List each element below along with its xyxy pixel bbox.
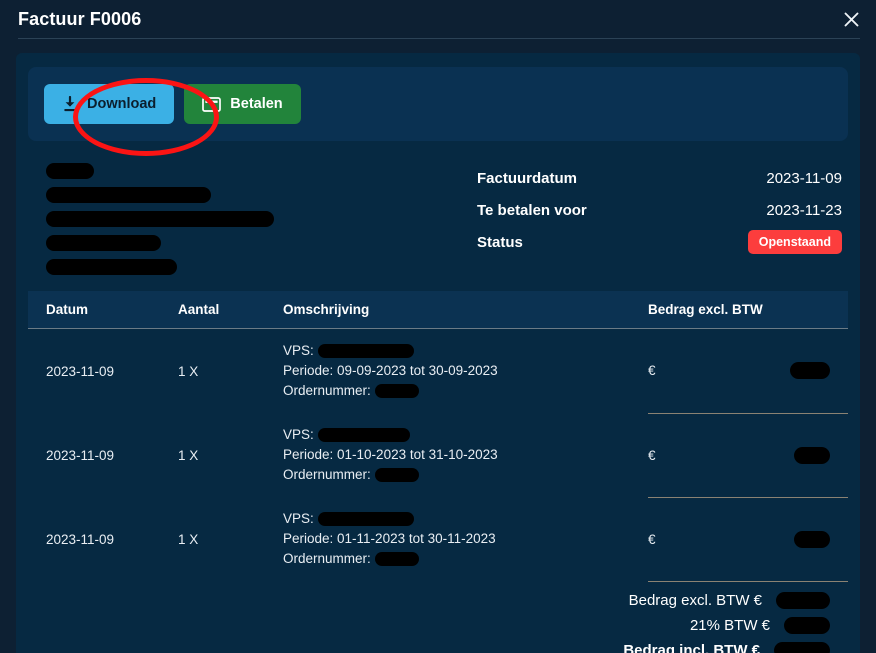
meta-value: 2023-11-23: [766, 201, 842, 219]
meta-label: Factuurdatum: [477, 169, 578, 187]
currency-symbol: €: [648, 531, 656, 547]
redacted-text: [317, 512, 414, 526]
redacted-text: [374, 384, 419, 398]
redacted-text: [317, 428, 410, 442]
description-ordernummer: Ordernummer:: [283, 465, 648, 485]
cell-aantal: 1 X: [178, 363, 199, 379]
description-vps: VPS:: [283, 341, 648, 361]
invoice-details: Factuurdatum 2023-11-09 Te betalen voor 202…: [477, 159, 842, 283]
table-row: 2023-11-09 1 X VPS: Periode: 01-11-2023 tot…: [28, 497, 848, 582]
redacted-amount: [790, 362, 830, 380]
total-line: Bedrag excl. BTW €: [628, 591, 830, 609]
cell-datum: 2023-11-09: [46, 531, 115, 547]
redacted-text: [46, 211, 274, 227]
cell-bedrag: €: [648, 497, 848, 582]
invoice-items-table: Datum Aantal Omschrijving Bedrag excl. B…: [28, 291, 848, 582]
redacted-text: [46, 235, 161, 251]
cell-bedrag: €: [648, 328, 848, 414]
vps-label: VPS:: [283, 427, 314, 442]
meta-line: Te betalen voor 2023-11-23: [477, 194, 842, 226]
meta-label: Te betalen voor: [477, 201, 587, 219]
cell-omschrijving: VPS: Periode: 09-09-2023 tot 30-09-2023 Or…: [283, 329, 648, 414]
redacted-text: [46, 259, 177, 275]
credit-card-icon: [202, 96, 222, 112]
cell-datum: 2023-11-09: [46, 363, 115, 379]
invoice-totals: Bedrag excl. BTW € 21% BTW € Bedrag incl. …: [28, 591, 848, 653]
meta-value: 2023-11-09: [766, 169, 842, 187]
description-vps: VPS:: [283, 509, 648, 529]
vps-label: VPS:: [283, 343, 314, 358]
status-badge: Openstaand: [747, 229, 842, 255]
redacted-amount: [794, 446, 830, 464]
action-toolbar: Download Betalen: [28, 67, 848, 156]
download-button-label: Download: [87, 96, 157, 112]
invoice-modal: Factuur F0006 Download Betalen Factuurda…: [0, 0, 876, 653]
description-periode: Periode: 01-11-2023 tot 30-11-2023: [283, 531, 496, 546]
description-ordernummer: Ordernummer:: [283, 549, 648, 569]
pay-button-label: Betalen: [230, 96, 283, 112]
meta-line: Factuurdatum 2023-11-09: [477, 162, 842, 194]
cell-aantal: 1 X: [178, 531, 199, 547]
column-header-aantal: Aantal: [178, 291, 283, 329]
redacted-text: [46, 163, 94, 179]
redacted-amount: [774, 641, 830, 653]
invoice-meta: Factuurdatum 2023-11-09 Te betalen voor 202…: [28, 155, 848, 283]
modal-header: Factuur F0006: [0, 0, 876, 38]
redacted-amount: [784, 616, 830, 634]
cell-bedrag: €: [648, 413, 848, 498]
total-line: Bedrag incl. BTW €: [623, 641, 830, 653]
pay-button[interactable]: Betalen: [184, 84, 301, 124]
total-label: Bedrag excl. BTW €: [628, 591, 762, 609]
description-ordernummer: Ordernummer:: [283, 381, 648, 401]
redacted-amount: [776, 591, 830, 609]
download-button[interactable]: Download: [44, 84, 175, 124]
redacted-text: [374, 468, 419, 482]
vps-label: VPS:: [283, 511, 314, 526]
currency-symbol: €: [648, 363, 656, 379]
invoice-panel: Download Betalen Factuurdatum 2023-11-09…: [16, 53, 860, 653]
ordernummer-label: Ordernummer:: [283, 551, 371, 566]
modal-body: Download Betalen Factuurdatum 2023-11-09…: [0, 39, 876, 653]
total-line: 21% BTW €: [689, 616, 830, 634]
table-row: 2023-11-09 1 X VPS: Periode: 09-09-2023 tot…: [28, 328, 848, 414]
column-header-datum: Datum: [28, 291, 178, 329]
column-header-bedrag: Bedrag excl. BTW: [648, 291, 848, 329]
description-periode: Periode: 01-10-2023 tot 31-10-2023: [283, 447, 498, 462]
customer-address-block: [46, 159, 477, 283]
cell-datum: 2023-11-09: [46, 447, 115, 463]
close-icon[interactable]: [838, 6, 864, 32]
cell-omschrijving: VPS: Periode: 01-10-2023 tot 31-10-2023 Or…: [283, 413, 648, 497]
meta-label: Status: [477, 233, 523, 251]
ordernummer-label: Ordernummer:: [283, 467, 371, 482]
redacted-text: [317, 344, 414, 358]
table-row: 2023-11-09 1 X VPS: Periode: 01-10-2023 tot…: [28, 413, 848, 498]
currency-symbol: €: [648, 447, 656, 463]
ordernummer-label: Ordernummer:: [283, 383, 371, 398]
redacted-amount: [794, 530, 830, 548]
total-label: 21% BTW €: [689, 616, 770, 634]
cell-aantal: 1 X: [178, 447, 199, 463]
page-title: Factuur F0006: [18, 8, 142, 29]
cell-omschrijving: VPS: Periode: 01-11-2023 tot 30-11-2023 Or…: [283, 497, 648, 581]
redacted-text: [46, 187, 211, 203]
table-header-row: Datum Aantal Omschrijving Bedrag excl. B…: [28, 291, 848, 329]
meta-line: Status Openstaand: [477, 226, 842, 258]
download-icon: [62, 95, 78, 113]
redacted-text: [374, 552, 419, 566]
total-label: Bedrag incl. BTW €: [623, 641, 760, 653]
description-vps: VPS:: [283, 425, 648, 445]
column-header-omschrijving: Omschrijving: [283, 291, 648, 329]
description-periode: Periode: 09-09-2023 tot 30-09-2023: [283, 363, 498, 378]
